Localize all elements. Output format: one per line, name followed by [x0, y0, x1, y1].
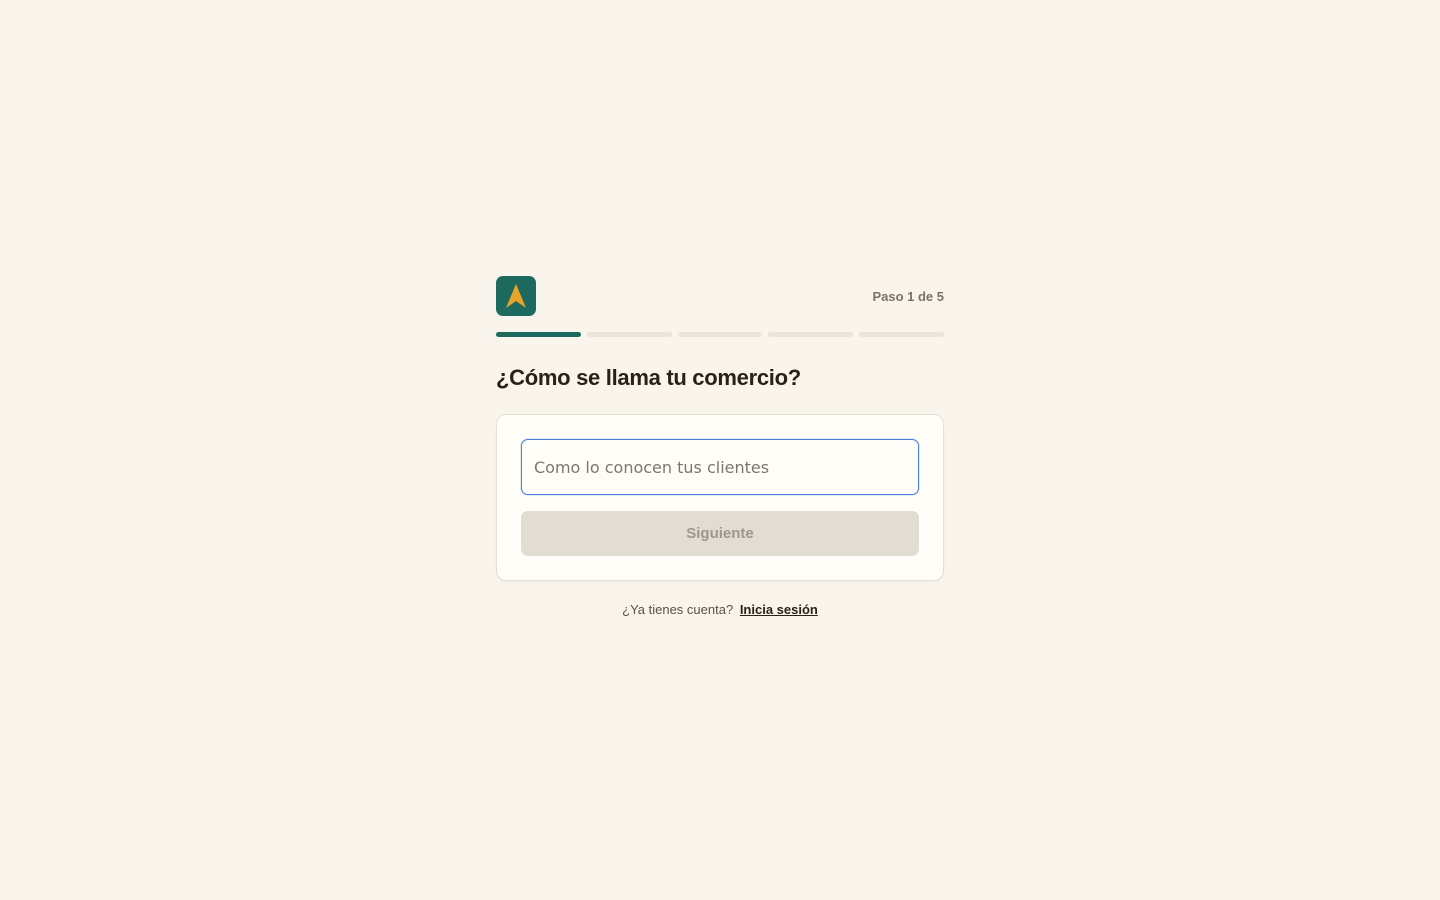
onboarding-header: Paso 1 de 5: [496, 276, 944, 316]
form-card: Siguiente: [496, 414, 944, 581]
app-logo: [496, 276, 536, 316]
step-indicator: Paso 1 de 5: [872, 288, 944, 304]
login-link[interactable]: Inicia sesión: [740, 602, 818, 617]
login-prompt: ¿Ya tienes cuenta? Inicia sesión: [496, 602, 944, 617]
onboarding-container: Paso 1 de 5 ¿Cómo se llama tu comercio? …: [496, 276, 944, 617]
progress-step-2: [586, 332, 672, 337]
progress-step-3: [677, 332, 763, 337]
arrow-up-icon: [506, 284, 526, 308]
question-title: ¿Cómo se llama tu comercio?: [496, 365, 801, 390]
login-prompt-text: ¿Ya tienes cuenta?: [622, 602, 734, 617]
business-name-input[interactable]: [521, 439, 919, 495]
progress-step-5: [859, 332, 944, 337]
progress-bar: [496, 332, 944, 337]
progress-step-1: [496, 332, 581, 337]
progress-step-4: [768, 332, 854, 337]
next-button[interactable]: Siguiente: [521, 511, 919, 556]
